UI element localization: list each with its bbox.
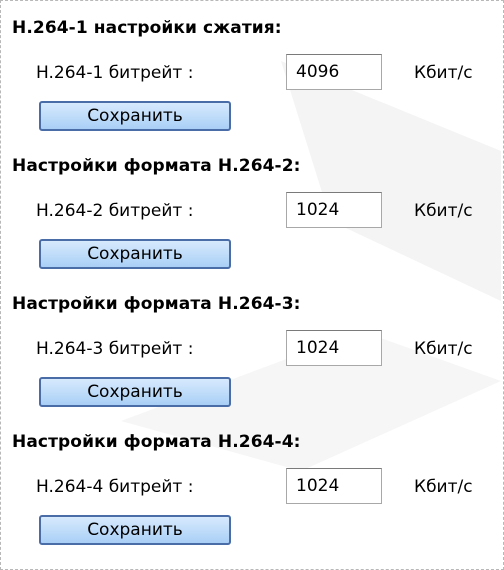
section-title-h264-3: Настройки формата H.264-3: [12, 294, 301, 314]
bitrate-label-h264-3: H.264-3 битрейт : [36, 339, 194, 359]
bitrate-input-h264-2[interactable] [286, 192, 382, 228]
section-h264-2: Настройки формата H.264-2: H.264-2 битре… [12, 156, 492, 276]
bitrate-input-h264-4[interactable] [286, 468, 382, 504]
bitrate-input-h264-1[interactable] [286, 54, 382, 90]
bitrate-label-h264-4: H.264-4 битрейт : [36, 477, 194, 497]
section-h264-4: Настройки формата H.264-4: H.264-4 битре… [12, 432, 492, 552]
bitrate-unit-h264-3: Кбит/с [414, 339, 473, 359]
bitrate-unit-h264-2: Кбит/с [414, 201, 473, 221]
bitrate-label-h264-2: H.264-2 битрейт : [36, 201, 194, 221]
save-button-h264-4[interactable]: Сохранить [39, 515, 231, 545]
save-button-h264-2[interactable]: Сохранить [39, 239, 231, 269]
save-button-h264-3[interactable]: Сохранить [39, 377, 231, 407]
bitrate-unit-h264-1: Кбит/с [414, 63, 473, 83]
section-title-h264-1: H.264-1 настройки сжатия: [12, 18, 282, 38]
bitrate-unit-h264-4: Кбит/с [414, 477, 473, 497]
h264-settings-panel: H.264-1 настройки сжатия: H.264-1 битрей… [0, 0, 504, 570]
section-h264-1: H.264-1 настройки сжатия: H.264-1 битрей… [12, 18, 492, 138]
section-title-h264-2: Настройки формата H.264-2: [12, 156, 301, 176]
section-h264-3: Настройки формата H.264-3: H.264-3 битре… [12, 294, 492, 414]
bitrate-label-h264-1: H.264-1 битрейт : [36, 63, 194, 83]
bitrate-input-h264-3[interactable] [286, 330, 382, 366]
save-button-h264-1[interactable]: Сохранить [39, 101, 231, 131]
section-title-h264-4: Настройки формата H.264-4: [12, 432, 301, 452]
